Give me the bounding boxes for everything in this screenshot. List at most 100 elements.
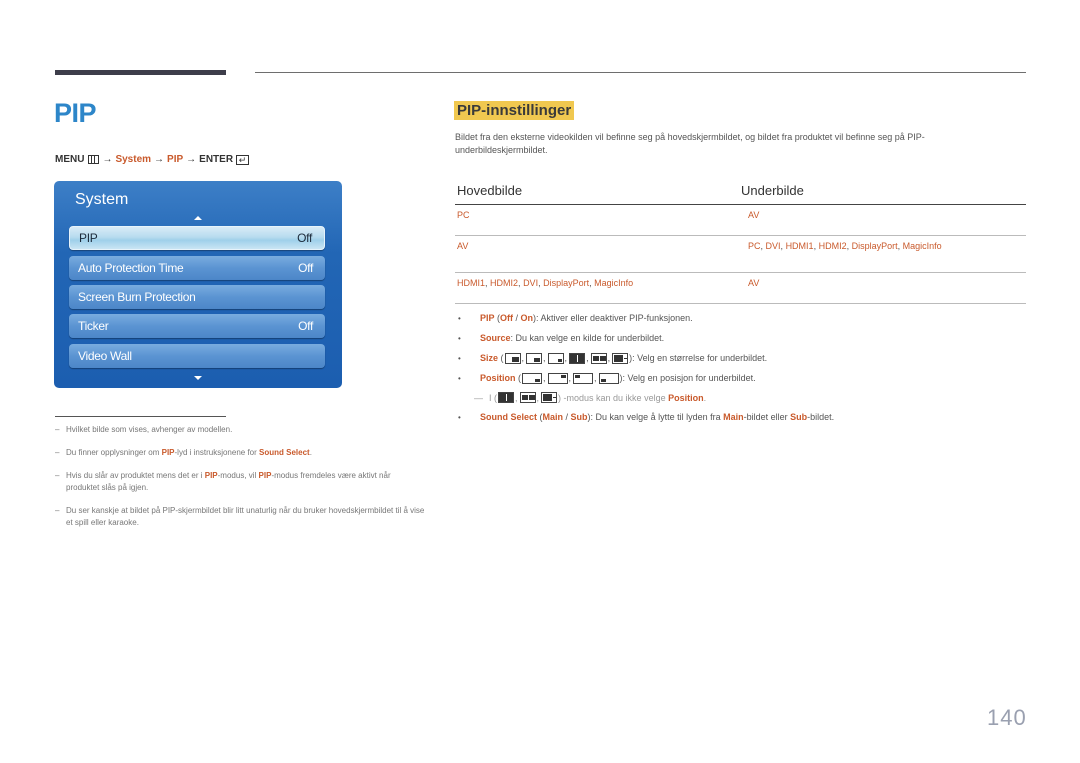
source-name: MagicInfo	[594, 278, 634, 288]
size-medium-icon	[526, 352, 543, 364]
bullet-text: : Du kan velge å lytte til lyden fra	[590, 412, 724, 422]
menu-path: MENU → System → PIP → ENTER ↵	[55, 154, 250, 165]
note-text: Du finner opplysninger om PIP-lyd i inst…	[66, 448, 312, 457]
source-name: DVI	[523, 278, 539, 288]
enter-label: ENTER	[199, 154, 234, 165]
source-table: Hovedbilde Underbilde PC AV AV PC, DVI, …	[455, 176, 1026, 304]
note-text: .	[703, 392, 707, 403]
header-rule-thick	[55, 70, 226, 75]
osd-item-screen-burn-protection[interactable]: Screen Burn Protection	[69, 285, 325, 309]
source-name: HDMI2	[490, 278, 519, 288]
source-name: DisplayPort	[851, 241, 898, 251]
page-number: 140	[987, 705, 1027, 730]
size-split-wide-icon	[590, 352, 607, 364]
bullet-source: • Source : Du kan velge en kilde for und…	[458, 328, 1038, 348]
note-text: I (	[489, 392, 497, 403]
cell-main: AV	[455, 241, 748, 272]
separator: /	[513, 313, 521, 323]
bullet-text: : Velg en posisjon for underbildet.	[622, 373, 756, 383]
position-top-left-icon	[573, 372, 594, 384]
size-split-wide-icon	[519, 392, 536, 403]
bullet-dot: •	[458, 373, 461, 383]
option-name: Sound Select	[480, 412, 538, 422]
osd-item-pip[interactable]: PIP Off	[69, 226, 325, 250]
table-row: PC AV	[455, 205, 1026, 236]
option-value-on: On	[520, 313, 534, 323]
note-dash: –	[55, 448, 60, 457]
osd-item-label: Screen Burn Protection	[78, 290, 196, 304]
bullet-pip: • PIP (Off / On) : Aktiver eller deaktiv…	[458, 313, 693, 323]
option-name: Size	[480, 353, 499, 363]
osd-item-label: Ticker	[78, 319, 109, 333]
bullet-position: • Position ( , , , ) : Velg en posisjon …	[458, 372, 756, 384]
note-highlight: Position	[668, 392, 704, 403]
bullet-text: : Velg en størrelse for underbildet.	[632, 353, 768, 363]
osd-system-menu: System PIP Off Auto Protection Time Off …	[54, 181, 342, 388]
note-text: Hvis du slår av produktet mens det er i …	[66, 471, 391, 492]
osd-item-ticker[interactable]: Ticker Off	[69, 314, 325, 338]
menu-label: MENU	[55, 154, 85, 165]
note-dash: –	[55, 506, 60, 515]
section-intro: Bildet fra den eksterne videokilden vil …	[455, 132, 925, 155]
option-value-off: Off	[500, 313, 514, 323]
note-item: – Du ser kanskje at bildet på PIP-skjermb…	[55, 505, 425, 529]
size-split-equal-icon	[569, 352, 586, 364]
highlight-sub: Sub	[790, 412, 808, 422]
source-name: PC	[457, 210, 470, 220]
size-small-icon	[547, 352, 564, 364]
note-dash: –	[55, 425, 60, 434]
position-bottom-left-icon	[598, 372, 619, 384]
header-rule-thin	[255, 72, 1026, 73]
note-text: Hvilket bilde som vises, avhenger av mod…	[66, 425, 233, 434]
scroll-up-icon[interactable]	[194, 216, 202, 220]
bullet-text: : Du kan velge en kilde for underbildet.	[510, 333, 665, 343]
cell-main: PC	[455, 210, 748, 235]
option-value-main: Main	[542, 412, 564, 422]
bullet-dot: •	[458, 353, 461, 363]
position-top-right-icon	[547, 372, 568, 384]
osd-title: System	[75, 191, 129, 208]
note-item: – Hvilket bilde som vises, avhenger av mo…	[55, 424, 425, 436]
size-split-equal-icon	[498, 392, 514, 403]
size-large-icon	[504, 352, 521, 364]
source-name: HDMI1	[457, 278, 486, 288]
note-item: – Hvis du slår av produktet mens det er i…	[55, 470, 425, 494]
notes-divider	[55, 416, 226, 417]
table-row: AV PC, DVI, HDMI1, HDMI2, DisplayPort, M…	[455, 236, 1026, 273]
bullet-dot: •	[458, 313, 461, 323]
enter-icon: ↵	[236, 154, 250, 165]
source-name: HDMI2	[818, 241, 847, 251]
menu-icon	[88, 155, 100, 164]
osd-item-label: Video Wall	[78, 349, 132, 363]
bullet-sound-select: • Sound Select (Main / Sub) : Du kan vel…	[458, 412, 835, 422]
note-dash: –	[55, 471, 60, 480]
arrow-icon: →	[186, 154, 197, 165]
osd-item-value: Off	[298, 319, 313, 333]
osd-item-label: Auto Protection Time	[78, 261, 184, 275]
option-name: Source	[480, 333, 511, 343]
notes-list: – Hvilket bilde som vises, avhenger av mo…	[55, 424, 425, 540]
cell-sub: AV	[748, 278, 1026, 303]
separator: /	[563, 412, 571, 422]
page-title: PIP	[54, 98, 97, 128]
section-title: PIP-innstillinger	[454, 101, 575, 120]
position-note: ― I ( , , ) -modus kan du ikke velge Pos…	[474, 392, 707, 403]
arrow-icon: →	[102, 154, 113, 165]
cell-sub: PC, DVI, HDMI1, HDMI2, DisplayPort, Magi…	[748, 241, 1026, 272]
position-bottom-right-icon	[522, 372, 542, 384]
osd-item-label: PIP	[79, 231, 98, 245]
osd-item-value: Off	[297, 231, 312, 245]
source-name: MagicInfo	[902, 241, 942, 251]
note-text: ) -modus kan du ikke velge	[558, 392, 669, 403]
column-header-main: Hovedbilde	[457, 182, 523, 198]
source-name: HDMI1	[785, 241, 814, 251]
size-split-narrow-icon	[612, 352, 629, 364]
table-row: HDMI1, HDMI2, DVI, DisplayPort, MagicInf…	[455, 273, 1026, 304]
highlight-main: Main	[723, 412, 744, 422]
osd-item-video-wall[interactable]: Video Wall	[69, 344, 325, 368]
source-name: PC	[748, 241, 761, 251]
osd-item-auto-protection-time[interactable]: Auto Protection Time Off	[69, 256, 325, 280]
menu-path-pip: PIP	[167, 154, 184, 165]
scroll-down-icon[interactable]	[194, 376, 202, 380]
cell-sub: AV	[748, 210, 1026, 235]
